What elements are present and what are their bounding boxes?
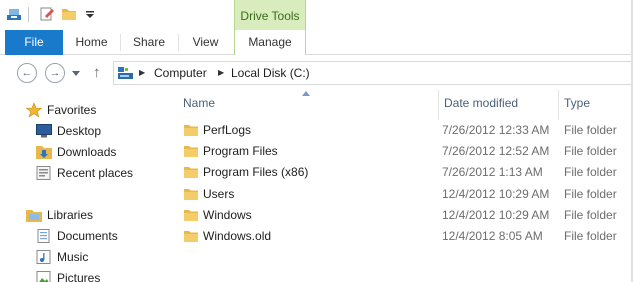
file-name: Program Files (x86)	[203, 165, 309, 180]
tab-manage[interactable]: Manage	[234, 30, 306, 55]
file-date-modified: 7/26/2012 12:33 AM	[442, 123, 550, 137]
tab-home[interactable]: Home	[63, 30, 120, 55]
file-name: Program Files	[203, 144, 278, 159]
tab-share[interactable]: Share	[120, 30, 178, 55]
pictures-icon	[36, 271, 51, 282]
table-row[interactable]: Windows 12/4/2012 10:29 AM File folder	[173, 205, 633, 226]
ribbon-tabs: File Home Share View Manage	[0, 30, 633, 55]
desktop-icon	[36, 124, 52, 138]
documents-icon	[37, 229, 50, 243]
nav-desktop[interactable]: Desktop	[36, 121, 166, 141]
file-name: Windows.old	[203, 229, 272, 243]
file-type: File folder	[564, 165, 617, 180]
file-name: Users	[203, 186, 235, 201]
nav-music[interactable]: Music	[36, 247, 166, 267]
nav-libraries[interactable]: Libraries	[26, 205, 166, 225]
file-type: File folder	[564, 207, 617, 222]
file-date-modified: 7/26/2012 12:52 AM	[442, 144, 550, 159]
recent-places-icon	[36, 166, 51, 180]
sort-ascending-icon	[302, 91, 310, 96]
file-type: File folder	[564, 144, 617, 159]
nav-desktop-label: Desktop	[57, 124, 102, 138]
file-date-modified: 7/26/2012 1:13 AM	[442, 165, 543, 180]
breadcrumb-computer[interactable]: Computer	[154, 66, 207, 80]
up-button[interactable]: ↑	[93, 65, 101, 80]
title-bar: Drive Tools	[0, 0, 633, 30]
column-header-type[interactable]: Type	[564, 96, 590, 110]
tab-file[interactable]: File	[5, 30, 63, 55]
file-list: Name Date modified Type PerfLogs 7/26/201…	[173, 90, 633, 282]
nav-recent-places[interactable]: Recent places	[36, 163, 166, 183]
breadcrumb-separator-icon[interactable]: ▶	[139, 68, 145, 77]
folder-icon	[184, 167, 198, 179]
table-row[interactable]: Program Files (x86) 7/26/2012 1:13 AM File…	[173, 162, 633, 183]
file-date-modified: 12/4/2012 10:29 AM	[442, 207, 550, 222]
tab-view[interactable]: View	[178, 30, 233, 55]
nav-music-label: Music	[57, 250, 89, 264]
folder-icon	[184, 188, 198, 200]
properties-icon[interactable]	[39, 6, 55, 22]
customize-toolbar-icon[interactable]	[82, 6, 98, 22]
column-header-name[interactable]: Name	[183, 96, 215, 110]
breadcrumb-separator-icon[interactable]: ▶	[218, 68, 224, 77]
nav-favorites[interactable]: Favorites	[26, 100, 166, 120]
nav-documents[interactable]: Documents	[36, 226, 166, 246]
file-type: File folder	[564, 229, 617, 243]
table-row[interactable]: PerfLogs 7/26/2012 12:33 AM File folder	[173, 120, 633, 141]
explorer-app-icon[interactable]	[6, 6, 22, 22]
nav-documents-label: Documents	[57, 229, 118, 243]
column-header-date-modified[interactable]: Date modified	[444, 96, 518, 110]
nav-recent-places-label: Recent places	[57, 166, 134, 180]
forward-arrow-icon: →	[49, 67, 61, 79]
libraries-icon	[26, 210, 42, 222]
downloads-icon	[36, 146, 52, 159]
nav-pictures[interactable]: Pictures	[36, 268, 166, 282]
file-type: File folder	[564, 123, 617, 137]
table-row[interactable]: Program Files 7/26/2012 12:52 AM File fold…	[173, 141, 633, 162]
folder-icon	[184, 209, 198, 221]
nav-downloads-label: Downloads	[57, 145, 117, 159]
nav-libraries-label: Libraries	[47, 208, 94, 222]
new-folder-icon[interactable]	[61, 6, 77, 22]
forward-button[interactable]: →	[45, 63, 65, 83]
nav-favorites-label: Favorites	[47, 103, 97, 117]
back-arrow-icon: ←	[21, 67, 33, 79]
file-name: Windows	[203, 207, 252, 222]
star-icon	[26, 103, 42, 117]
folder-icon	[184, 231, 198, 242]
up-arrow-icon: ↑	[93, 64, 101, 81]
back-button[interactable]: ←	[17, 63, 37, 83]
breadcrumb-local-disk[interactable]: Local Disk (C:)	[231, 66, 310, 80]
file-name: PerfLogs	[203, 123, 252, 137]
navigation-bar: ← → ↑ ▶ Computer ▶ Local Disk (C:)	[0, 56, 633, 90]
table-row[interactable]: Users 12/4/2012 10:29 AM File folder	[173, 184, 633, 205]
table-row[interactable]: Windows.old 12/4/2012 8:05 AM File folder	[173, 226, 633, 247]
folder-icon	[184, 125, 198, 136]
nav-downloads[interactable]: Downloads	[36, 142, 166, 162]
navigation-pane: Favorites Desktop Downloads Recent place…	[0, 90, 173, 282]
file-date-modified: 12/4/2012 10:29 AM	[442, 186, 550, 201]
music-icon	[36, 250, 51, 264]
folder-icon	[184, 146, 198, 158]
computer-icon	[118, 67, 133, 79]
file-type: File folder	[564, 186, 617, 201]
nav-pictures-label: Pictures	[57, 271, 101, 282]
drive-tools-label: Drive Tools	[234, 0, 306, 30]
address-bar[interactable]: ▶ Computer ▶ Local Disk (C:)	[113, 61, 633, 85]
recent-locations-icon[interactable]	[72, 71, 80, 77]
file-date-modified: 12/4/2012 8:05 AM	[442, 229, 543, 243]
